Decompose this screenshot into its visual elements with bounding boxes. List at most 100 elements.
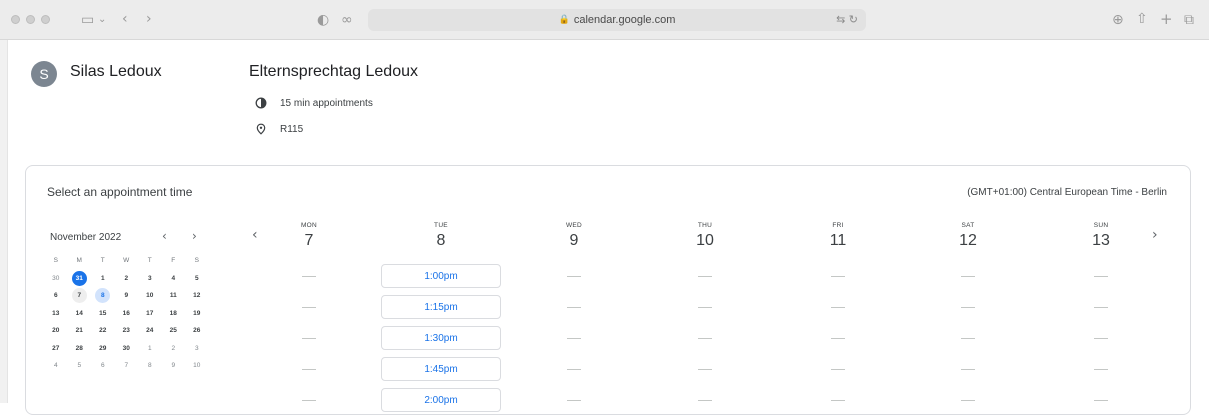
extension-icon[interactable]: ∞ — [341, 13, 353, 27]
duration-icon — [255, 97, 267, 109]
close-window-icon[interactable] — [11, 15, 20, 24]
chevron-down-icon[interactable]: ⌄ — [98, 13, 106, 27]
mini-day[interactable]: 19 — [185, 305, 209, 323]
day-header-sun: SUN 13 — [1041, 222, 1161, 250]
day-number: 13 — [1092, 232, 1110, 249]
mini-day[interactable]: 2 — [115, 270, 139, 288]
event-title: Elternsprechtag Ledoux — [249, 63, 418, 80]
mini-day[interactable]: 1 — [138, 340, 162, 358]
booking-card: Select an appointment time (GMT+01:00) C… — [25, 165, 1191, 415]
weekday-head: W — [123, 257, 130, 265]
day-name: SAT — [961, 222, 975, 229]
mini-next-month-icon[interactable]: › — [192, 229, 197, 243]
day-header-thu: THU 10 — [645, 222, 765, 250]
download-icon[interactable]: ⊕ — [1112, 13, 1124, 27]
browser-toolbar: ▭ ⌄ ‹ › ◐ ∞ 🔒 calendar.google.com ⇆ ↻ ⊕ … — [0, 0, 1209, 40]
mini-day[interactable]: 6 — [91, 357, 115, 375]
time-slot-button[interactable]: 1:00pm — [381, 264, 501, 288]
location-pin-icon — [256, 123, 266, 135]
mini-day[interactable]: 3 — [138, 270, 162, 288]
sidebar-icon[interactable]: ▭ — [81, 13, 94, 27]
window-controls[interactable] — [11, 15, 50, 24]
day-header-tue: TUE 8 — [381, 222, 501, 250]
share-icon[interactable]: ⇧ — [1136, 12, 1148, 26]
mini-day[interactable]: 18 — [162, 305, 186, 323]
mini-day-selected[interactable]: 8 — [91, 287, 115, 305]
day-number: 11 — [829, 232, 847, 249]
time-slot-button[interactable]: 1:45pm — [381, 357, 501, 381]
weekday-head: M — [76, 257, 82, 265]
day-number: 7 — [304, 232, 314, 249]
mini-day[interactable]: 15 — [91, 305, 115, 323]
empty-slot-dash — [302, 369, 316, 370]
mini-day[interactable]: 27 — [44, 340, 68, 358]
mini-day[interactable]: 10 — [185, 357, 209, 375]
mini-day[interactable]: 10 — [138, 287, 162, 305]
mini-day-today[interactable]: 31 — [68, 270, 92, 288]
mini-day[interactable]: 26 — [185, 322, 209, 340]
mini-day[interactable]: 9 — [115, 287, 139, 305]
mini-day[interactable]: 9 — [162, 357, 186, 375]
time-slot-button[interactable]: 1:15pm — [381, 295, 501, 319]
mini-day[interactable]: 20 — [44, 322, 68, 340]
mini-day[interactable]: 1 — [91, 270, 115, 288]
day-number: 8 — [436, 232, 446, 249]
mini-day[interactable]: 29 — [91, 340, 115, 358]
day-name: SUN — [1093, 222, 1109, 229]
location-row: R115 — [255, 123, 303, 135]
new-tab-icon[interactable]: + — [1160, 12, 1173, 27]
mini-day[interactable]: 21 — [68, 322, 92, 340]
address-bar[interactable]: 🔒 calendar.google.com ⇆ ↻ — [368, 9, 866, 31]
empty-slot-dash — [567, 338, 581, 339]
mini-day[interactable]: 30 — [44, 270, 68, 288]
empty-slot-dash — [698, 276, 712, 277]
page-edge — [0, 40, 8, 403]
tabs-overview-icon[interactable]: ⧉ — [1184, 13, 1194, 27]
mini-day[interactable]: 8 — [138, 357, 162, 375]
mini-day[interactable]: 25 — [162, 322, 186, 340]
time-slot-button[interactable]: 2:00pm — [381, 388, 501, 412]
owner-name: Silas Ledoux — [70, 63, 162, 80]
mini-day[interactable]: 7 — [68, 287, 92, 305]
mini-day[interactable]: 7 — [115, 357, 139, 375]
mini-prev-month-icon[interactable]: ‹ — [162, 229, 167, 243]
mini-day[interactable]: 17 — [138, 305, 162, 323]
mini-day[interactable]: 4 — [162, 270, 186, 288]
timezone-selector[interactable]: (GMT+01:00) Central European Time - Berl… — [967, 187, 1167, 198]
mini-day[interactable]: 6 — [44, 287, 68, 305]
mini-day[interactable]: 16 — [115, 305, 139, 323]
back-icon[interactable]: ‹ — [122, 12, 128, 26]
mini-calendar-grid: S M T W T F S 30 31 1 2 3 4 5 6 7 8 9 10… — [44, 252, 209, 375]
forward-icon[interactable]: › — [146, 12, 152, 26]
empty-slot-dash — [1094, 338, 1108, 339]
mini-day[interactable]: 22 — [91, 322, 115, 340]
mini-day[interactable]: 28 — [68, 340, 92, 358]
zoom-window-icon[interactable] — [41, 15, 50, 24]
avatar: S — [31, 61, 57, 87]
minimize-window-icon[interactable] — [26, 15, 35, 24]
empty-slot-dash — [961, 338, 975, 339]
reload-icon[interactable]: ⇆ ↻ — [836, 13, 858, 26]
mini-day[interactable]: 13 — [44, 305, 68, 323]
day-name: MON — [300, 222, 318, 229]
mini-day[interactable]: 4 — [44, 357, 68, 375]
day-header-wed: WED 9 — [514, 222, 634, 250]
mini-day[interactable]: 23 — [115, 322, 139, 340]
mini-day[interactable]: 5 — [185, 270, 209, 288]
mini-day[interactable]: 30 — [115, 340, 139, 358]
mini-day[interactable]: 24 — [138, 322, 162, 340]
empty-slot-dash — [302, 276, 316, 277]
time-slot-button[interactable]: 1:30pm — [381, 326, 501, 350]
mini-day[interactable]: 12 — [185, 287, 209, 305]
mini-day[interactable]: 2 — [162, 340, 186, 358]
mini-day[interactable]: 14 — [68, 305, 92, 323]
mini-day[interactable]: 3 — [185, 340, 209, 358]
mini-calendar-month: November 2022 — [50, 232, 122, 243]
day-number: 12 — [959, 232, 977, 249]
mini-day[interactable]: 11 — [162, 287, 186, 305]
mini-day[interactable]: 5 — [68, 357, 92, 375]
privacy-shield-icon[interactable]: ◐ — [317, 13, 329, 27]
empty-slot-dash — [302, 307, 316, 308]
empty-slot-dash — [831, 276, 845, 277]
empty-slot-dash — [961, 369, 975, 370]
